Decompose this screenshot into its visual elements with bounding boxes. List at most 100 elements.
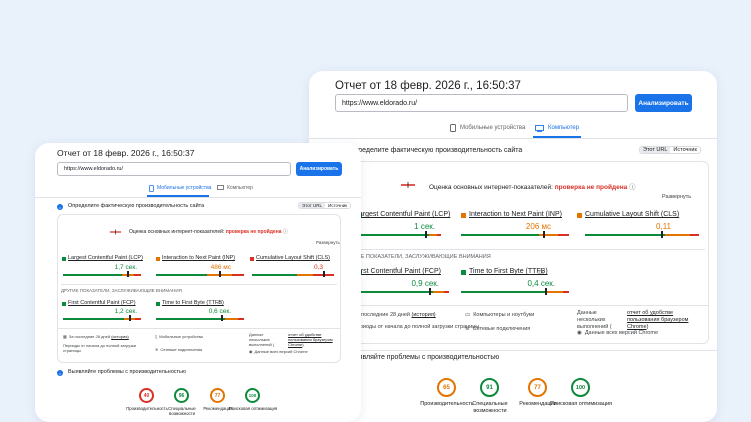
toggle-this-url[interactable]: Этот URL	[299, 203, 325, 208]
inp-distribution-bar	[461, 234, 569, 236]
tab-mobile-label: Мобильные устройства	[460, 125, 526, 131]
url-input[interactable]: https://www.eldorado.ru/	[335, 94, 628, 112]
report-title: Отчет от 18 февр. 2026 г., 16:50:37	[335, 80, 521, 92]
cwv-prefix: Оценка основных интернет-показателей:	[429, 184, 553, 191]
url-input[interactable]: https://www.eldorado.ru/	[57, 162, 291, 176]
score-seo-label: Поисковая оптимизация	[549, 401, 613, 407]
visits-text: Периоды от начала до полной загрузки стр…	[63, 343, 147, 353]
devices-text: ▭ Компьютеры и ноутбуки	[465, 312, 534, 318]
other-metrics-label: ДРУГИЕ ПОКАЗАТЕЛИ, ЗАСЛУЖИВАЮЩИЕ ВНИМАНИ…	[343, 254, 491, 260]
tab-desktop[interactable]: Компьютер	[217, 184, 253, 192]
ttfb-good-square-icon	[156, 302, 160, 306]
cls-value: 0,3	[313, 264, 323, 271]
toggle-origin[interactable]: Источник	[670, 147, 699, 153]
crux-link-wrap: отчет об удобстве пользования браузером …	[627, 310, 691, 331]
expand-link[interactable]: Развернуть	[316, 240, 340, 245]
footer-divider	[57, 328, 341, 329]
cwv-assessment: Оценка основных интернет-показателей: пр…	[429, 181, 636, 191]
score-performance-desktop[interactable]: 65	[437, 378, 456, 397]
ttfb-label[interactable]: Time to First Byte (TTFB)	[469, 268, 548, 275]
tab-mobile[interactable]: Мобильные устройства	[450, 123, 525, 133]
inp-label[interactable]: Interaction to Next Paint (INP)	[469, 211, 562, 218]
toggle-this-url[interactable]: Этот URL	[640, 147, 671, 153]
score-best-practices-desktop[interactable]: 77	[528, 378, 547, 397]
tab-desktop[interactable]: Компьютер	[535, 123, 579, 133]
data-source-text: Данные нескольких выполнений (	[249, 332, 285, 348]
cwv-distribution-icon	[401, 182, 415, 188]
visits-label: Периоды от начала до полной загрузки стр…	[63, 343, 137, 354]
toggle-origin[interactable]: Источник	[325, 203, 350, 208]
score-performance-mobile[interactable]: 40	[139, 388, 154, 403]
lcp-label[interactable]: Largest Contentful Paint (LCP)	[68, 255, 143, 261]
tab-mobile[interactable]: Мобильные устройства	[149, 184, 211, 192]
fcp-label[interactable]: First Contentful Paint (FCP)	[355, 268, 441, 275]
ttfb-good-square-icon	[461, 270, 466, 275]
metrics-divider	[339, 249, 705, 250]
lcp-marker	[127, 271, 129, 277]
chrome-icon: ◉	[249, 349, 253, 354]
lcp-value: 1 сек.	[414, 222, 435, 231]
fcp-value: 1,2 сек.	[114, 308, 137, 315]
cwv-assessment: Оценка основных интернет-показателей: пр…	[129, 228, 288, 235]
cls-marker	[661, 231, 663, 238]
network-label: Сетевые подключения	[160, 347, 203, 352]
data-source-text: Данные нескольких выполнений (	[577, 310, 623, 331]
score-seo-label: Поисковая оптимизация	[228, 406, 278, 411]
versions-text: ◉ Данные всех версий Chrome	[577, 330, 658, 336]
tab-desktop-label: Компьютер	[227, 185, 253, 191]
monitor-icon	[217, 185, 224, 190]
score-accessibility-desktop[interactable]: 91	[480, 378, 499, 397]
score-accessibility-mobile[interactable]: 96	[174, 388, 189, 403]
tab-divider	[35, 197, 361, 198]
url-origin-toggle[interactable]: Этот URL Источник	[639, 146, 701, 154]
period-label: За последние 28 дней	[68, 334, 111, 339]
period-label: За последние 28 дней	[353, 312, 410, 318]
inp-average-square-icon	[156, 257, 160, 261]
desktop-report-card: Отчет от 18 февр. 2026 г., 16:50:37 http…	[309, 71, 717, 422]
lcp-value: 1,7 сек.	[114, 264, 137, 271]
section2-title: Выявляйте проблемы с производительностью	[349, 354, 500, 361]
ttfb-value: 0,6 сек.	[208, 308, 231, 315]
info-icon: ⓘ	[281, 229, 288, 235]
crux-link[interactable]: отчет об удобстве пользования браузером …	[627, 310, 688, 330]
fcp-good-square-icon	[62, 302, 66, 306]
expand-link[interactable]: Развернуть	[662, 194, 691, 200]
network-label: Сетевые подключения	[472, 326, 531, 332]
ttfb-marker	[221, 315, 223, 321]
ttfb-label[interactable]: Time to First Byte (TTFB)	[162, 300, 224, 306]
wifi-icon: ≋	[465, 326, 470, 332]
analyze-button[interactable]: Анализировать	[635, 94, 692, 112]
cwv-status: проверка не пройдена	[224, 229, 282, 235]
url-origin-toggle[interactable]: Этот URL Источник	[298, 202, 352, 209]
phone-icon	[450, 124, 456, 132]
footer-divider	[335, 305, 709, 306]
cls-poor-square-icon	[250, 257, 254, 261]
cls-label[interactable]: Cumulative Layout Shift (CLS)	[256, 255, 330, 261]
score-best-practices-mobile[interactable]: 77	[210, 388, 225, 403]
tab-divider	[309, 138, 717, 139]
network-text: ≋ Сетевые подключения	[465, 326, 530, 332]
history-link[interactable]: (история)	[412, 312, 436, 318]
devices-text: ▯ Мобильные устройства	[155, 334, 203, 339]
inp-marker	[219, 271, 221, 277]
history-link[interactable]: (история)	[111, 334, 129, 339]
crux-link-wrap: отчет об удобстве пользования браузером …	[288, 332, 338, 348]
visits-label: Периоды от начала до полной загрузки стр…	[352, 324, 480, 330]
devices-label: Компьютеры и ноутбуки	[473, 312, 535, 318]
crux-link[interactable]: отчет об удобстве пользования браузером …	[288, 332, 333, 347]
score-seo-mobile[interactable]: 100	[245, 388, 260, 403]
crux-link-suffix: )	[302, 342, 304, 348]
fcp-label[interactable]: First Contentful Paint (FCP)	[68, 300, 136, 306]
score-seo-desktop[interactable]: 100	[571, 378, 590, 397]
tab-desktop-label: Компьютер	[548, 125, 580, 131]
analyze-button[interactable]: Анализировать	[296, 162, 342, 176]
phone-small-icon: ▯	[155, 334, 158, 339]
lcp-label[interactable]: Largest Contentful Paint (LCP)	[355, 211, 450, 218]
lcp-distribution-bar	[359, 234, 441, 236]
network-text: ≋ Сетевые подключения	[155, 347, 202, 352]
cwv-prefix: Оценка основных интернет-показателей:	[129, 229, 225, 235]
inp-label[interactable]: Interaction to Next Paint (INP)	[162, 255, 235, 261]
cwv-status: проверка не пройдена	[552, 184, 628, 191]
experimental-icon: ⚠	[217, 300, 222, 306]
cls-label[interactable]: Cumulative Layout Shift (CLS)	[585, 211, 679, 218]
